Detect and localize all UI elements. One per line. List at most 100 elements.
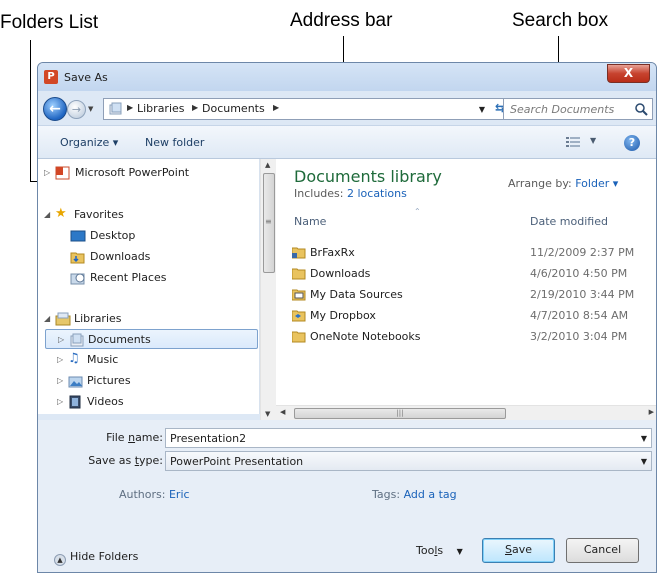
nav-label: Downloads: [90, 250, 151, 263]
file-date: 4/7/2010 8:54 AM: [530, 309, 629, 322]
nav-label: Microsoft PowerPoint: [75, 166, 190, 179]
libraries-icon: [109, 102, 122, 115]
crumb-separator-icon[interactable]: ▶: [273, 103, 279, 112]
expand-arrow-icon[interactable]: ▷: [57, 397, 63, 406]
library-includes: Includes: 2 locations: [294, 187, 407, 200]
file-name: Downloads: [310, 267, 371, 280]
data-sources-folder-icon: [292, 289, 306, 301]
folders-list: ▷ Microsoft PowerPoint ◢ ★ Favorites Des…: [38, 159, 260, 414]
back-button[interactable]: ←: [43, 97, 67, 121]
scroll-grip-icon: ≡: [265, 217, 272, 226]
command-toolbar: Organize ▾ New folder ▼ ?: [38, 125, 656, 159]
crumb-separator-icon[interactable]: ▶: [192, 103, 198, 112]
expand-arrow-icon[interactable]: ▷: [57, 355, 63, 364]
new-folder-button[interactable]: New folder: [145, 136, 204, 149]
nav-item-documents[interactable]: ▷ Documents: [45, 329, 258, 349]
nav-item-downloads[interactable]: Downloads: [38, 247, 260, 267]
search-input[interactable]: [504, 99, 630, 119]
recent-places-icon: [70, 273, 85, 285]
scroll-up-arrow-icon[interactable]: ▲: [265, 161, 270, 169]
nav-item-music[interactable]: ▷ ♫ Music: [38, 350, 260, 370]
label-part: ype:: [139, 454, 163, 467]
views-dropdown-icon[interactable]: ▼: [590, 136, 596, 145]
nav-item-recent-places[interactable]: Recent Places: [38, 268, 260, 288]
file-row-downloads[interactable]: Downloads 4/6/2010 4:50 PM: [292, 264, 656, 284]
file-name-dropdown-icon[interactable]: ▼: [641, 434, 647, 443]
scroll-thumb[interactable]: |||: [294, 408, 506, 419]
save-as-dialog: P Save As X ← → ▼ ▶ Libraries ▶ Document…: [37, 62, 657, 573]
column-header-name[interactable]: Name: [294, 215, 326, 228]
crumb-separator-icon[interactable]: ▶: [127, 103, 133, 112]
scroll-right-arrow-icon[interactable]: ▶: [649, 408, 654, 416]
forward-button[interactable]: →: [67, 100, 86, 119]
file-date: 2/19/2010 3:44 PM: [530, 288, 635, 301]
tags-value[interactable]: Add a tag: [404, 488, 457, 501]
tools-button[interactable]: Tools ▼: [416, 544, 463, 557]
powerpoint-folder-icon: [55, 166, 70, 180]
nav-item-favorites[interactable]: ◢ ★ Favorites: [38, 205, 260, 225]
help-button[interactable]: ?: [624, 135, 640, 151]
file-list-horizontal-scrollbar[interactable]: ◀ ||| ▶: [276, 405, 656, 420]
arrange-by-dropdown[interactable]: Folder ▾: [575, 177, 618, 190]
authors-value[interactable]: Eric: [169, 488, 190, 501]
collapse-arrow-icon[interactable]: ◢: [44, 210, 50, 219]
nav-label: Libraries: [74, 312, 122, 325]
authors-field: Authors: Eric: [119, 488, 190, 501]
authors-label: Authors:: [119, 488, 166, 501]
label-mnemonic: n: [128, 431, 136, 444]
search-icon[interactable]: [634, 102, 648, 116]
nav-item-videos[interactable]: ▷ Videos: [38, 392, 260, 412]
folders-vertical-scrollbar[interactable]: ▲ ≡ ▼: [260, 159, 276, 420]
cancel-button[interactable]: Cancel: [566, 538, 639, 563]
folder-icon: [292, 268, 306, 280]
expand-arrow-icon[interactable]: ▷: [58, 335, 64, 344]
nav-label: Pictures: [87, 374, 131, 387]
expand-arrow-icon[interactable]: ▷: [44, 168, 50, 177]
label-part: Too: [416, 544, 435, 557]
dropbox-folder-icon: [292, 310, 306, 322]
nav-item-microsoft-powerpoint[interactable]: ▷ Microsoft PowerPoint: [38, 163, 260, 183]
nav-item-libraries[interactable]: ◢ Libraries: [38, 309, 260, 329]
nav-item-desktop[interactable]: Desktop: [38, 226, 260, 246]
save-as-type-dropdown-icon[interactable]: ▼: [641, 457, 647, 466]
file-row-my-dropbox[interactable]: My Dropbox 4/7/2010 8:54 AM: [292, 306, 656, 326]
column-header-date-modified[interactable]: Date modified: [530, 215, 608, 228]
callout-address-bar: Address bar: [290, 10, 393, 31]
file-list-pane: Documents library Includes: 2 locations …: [276, 159, 656, 405]
address-dropdown-icon[interactable]: ▼: [479, 105, 485, 114]
scroll-left-arrow-icon[interactable]: ◀: [280, 408, 285, 416]
save-button[interactable]: Save: [482, 538, 555, 563]
hide-folders-label: Hide Folders: [70, 550, 139, 563]
address-bar[interactable]: ▶ Libraries ▶ Documents ▶ ▼ ⇆: [103, 98, 512, 120]
search-box[interactable]: [503, 98, 653, 120]
file-name-value[interactable]: Presentation2: [170, 432, 246, 445]
scroll-down-arrow-icon[interactable]: ▼: [265, 410, 270, 418]
collapse-arrow-icon[interactable]: ◢: [44, 314, 50, 323]
label-mnemonic: S: [504, 543, 512, 556]
expand-arrow-icon[interactable]: ▷: [57, 376, 63, 385]
arrange-label: Arrange by:: [508, 177, 572, 190]
file-date: 3/2/2010 3:04 PM: [530, 330, 628, 343]
nav-label: Music: [87, 353, 119, 366]
save-as-type-select[interactable]: PowerPoint Presentation ▼: [165, 451, 652, 471]
libraries-icon: [55, 312, 71, 326]
crumb-documents[interactable]: Documents: [202, 102, 265, 115]
close-button[interactable]: X: [607, 64, 650, 83]
collapse-up-icon: ▲: [54, 554, 66, 566]
label-part: File: [106, 431, 129, 444]
hide-folders-button[interactable]: ▲ Hide Folders: [54, 550, 138, 566]
callout-line-folders-v: [30, 40, 31, 182]
organize-button[interactable]: Organize ▾: [60, 136, 118, 149]
tags-field: Tags: Add a tag: [372, 488, 457, 501]
locations-link[interactable]: 2 locations: [347, 187, 407, 200]
file-row-brfaxrx[interactable]: BrFaxRx 11/2/2009 2:37 PM: [292, 243, 656, 263]
file-name-field[interactable]: Presentation2 ▼: [165, 428, 652, 448]
change-view-button[interactable]: ▼: [566, 135, 598, 151]
file-row-my-data-sources[interactable]: My Data Sources 2/19/2010 3:44 PM: [292, 285, 656, 305]
music-icon: ♫: [68, 351, 80, 366]
recent-pages-dropdown[interactable]: ▼: [88, 105, 93, 113]
nav-item-pictures[interactable]: ▷ Pictures: [38, 371, 260, 391]
crumb-libraries[interactable]: Libraries: [137, 102, 185, 115]
file-row-onenote-notebooks[interactable]: OneNote Notebooks 3/2/2010 3:04 PM: [292, 327, 656, 347]
save-as-type-value: PowerPoint Presentation: [170, 455, 304, 468]
